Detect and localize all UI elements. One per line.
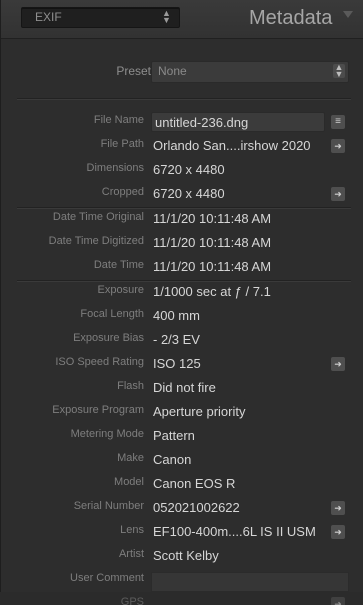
metadata-value: 1/1000 sec at ƒ / 7.1: [153, 284, 271, 299]
metadata-view-select[interactable]: EXIF ▲ ▼: [21, 7, 180, 28]
metadata-key: Date Time Original: [52, 211, 144, 223]
metadata-key: Flash: [117, 380, 144, 392]
preset-row: Preset None ▲ ▼: [17, 55, 351, 89]
metadata-row: Serial Number 052021002622 ➜: [17, 497, 351, 521]
metadata-key: Exposure Program: [52, 404, 144, 416]
metadata-value: Canon EOS R: [153, 476, 236, 491]
metadata-key: Model: [114, 476, 144, 488]
metadata-value: ISO 125: [153, 356, 201, 371]
metadata-key: Focal Length: [80, 308, 144, 320]
updown-icon: ▲ ▼: [162, 8, 171, 25]
metadata-key: Dimensions: [86, 162, 144, 174]
list-icon[interactable]: ≡: [331, 115, 345, 129]
metadata-key: Lens: [120, 524, 144, 536]
metadata-row: User Comment: [17, 569, 351, 593]
metadata-row: Date Time Digitized 11/1/20 10:11:48 AM: [17, 232, 351, 256]
metadata-row: Cropped 6720 x 4480 ➜: [17, 183, 351, 208]
go-arrow-icon[interactable]: ➜: [331, 597, 345, 605]
metadata-row: File Name untitled-236.dng ≡: [17, 111, 351, 135]
metadata-value: 6720 x 4480: [153, 186, 225, 201]
metadata-value: 6720 x 4480: [153, 162, 225, 177]
metadata-key: GPS: [120, 596, 144, 605]
metadata-row: File Path Orlando San....irshow 2020 ➜: [17, 135, 351, 159]
metadata-value: Scott Kelby: [153, 548, 219, 563]
metadata-row: GPS ➜: [17, 593, 351, 605]
metadata-row: Focal Length 400 mm: [17, 305, 351, 329]
metadata-row: Dimensions 6720 x 4480: [17, 159, 351, 183]
metadata-view-label: EXIF: [35, 10, 62, 24]
metadata-key: Date Time: [93, 259, 144, 271]
preset-value: None: [158, 64, 187, 78]
panel-title: Metadata: [249, 7, 333, 29]
metadata-key: Artist: [118, 548, 144, 560]
metadata-key: File Name: [93, 114, 144, 126]
metadata-value[interactable]: untitled-236.dng: [151, 112, 325, 132]
metadata-value: Did not fire: [153, 380, 216, 395]
metadata-key: User Comment: [70, 572, 144, 584]
collapse-triangle-icon[interactable]: [343, 11, 353, 18]
metadata-value: 400 mm: [153, 308, 200, 323]
go-arrow-icon[interactable]: ➜: [331, 525, 345, 539]
panel-header: EXIF ▲ ▼ Metadata: [1, 0, 363, 39]
metadata-value: 052021002622: [153, 500, 240, 515]
go-arrow-icon[interactable]: ➜: [331, 139, 345, 153]
metadata-row: Exposure 1/1000 sec at ƒ / 7.1: [17, 281, 351, 305]
metadata-row: Exposure Bias - 2/3 EV: [17, 329, 351, 353]
metadata-key: Serial Number: [73, 500, 144, 512]
go-arrow-icon[interactable]: ➜: [331, 501, 345, 515]
metadata-value: Aperture priority: [153, 404, 246, 419]
metadata-row: Artist Scott Kelby: [17, 545, 351, 569]
metadata-value: 11/1/20 10:11:48 AM: [153, 235, 272, 250]
metadata-value: Pattern: [153, 428, 195, 443]
metadata-value: Canon: [153, 452, 192, 467]
metadata-key: ISO Speed Rating: [55, 356, 144, 368]
metadata-row: Exposure Program Aperture priority: [17, 401, 351, 425]
metadata-key: Metering Mode: [70, 428, 144, 440]
metadata-row: Metering Mode Pattern: [17, 425, 351, 449]
metadata-key: Cropped: [101, 186, 144, 198]
metadata-panel: EXIF ▲ ▼ Metadata Preset None ▲ ▼ File Nam…: [0, 0, 363, 605]
go-arrow-icon[interactable]: ➜: [331, 357, 345, 371]
preset-label: Preset: [116, 64, 151, 78]
divider: [17, 98, 351, 100]
metadata-key: File Path: [100, 138, 144, 150]
metadata-row: Date Time 11/1/20 10:11:48 AM: [17, 256, 351, 281]
metadata-row: Model Canon EOS R: [17, 473, 351, 497]
metadata-value: 11/1/20 10:11:48 AM: [153, 259, 272, 274]
metadata-value: - 2/3 EV: [153, 332, 200, 347]
metadata-row: Flash Did not fire: [17, 377, 351, 401]
metadata-list: File Name untitled-236.dng ≡ File Path Orlan…: [17, 111, 351, 605]
preset-select[interactable]: None ▲ ▼: [151, 61, 349, 83]
metadata-key: Make: [117, 452, 144, 464]
updown-icon: ▲ ▼: [333, 62, 345, 79]
metadata-value: EF100-400m....6L IS II USM: [153, 524, 316, 539]
metadata-key: Date Time Digitized: [48, 235, 144, 247]
metadata-row: Date Time Original 11/1/20 10:11:48 AM: [17, 208, 351, 232]
go-arrow-icon[interactable]: ➜: [331, 187, 345, 201]
metadata-row: ISO Speed Rating ISO 125 ➜: [17, 353, 351, 377]
metadata-key: Exposure: [97, 284, 144, 296]
metadata-value: Orlando San....irshow 2020: [153, 138, 311, 153]
metadata-value: 11/1/20 10:11:48 AM: [153, 211, 272, 226]
metadata-row: Lens EF100-400m....6L IS II USM ➜: [17, 521, 351, 545]
metadata-row: Make Canon: [17, 449, 351, 473]
metadata-value[interactable]: [151, 572, 349, 592]
metadata-key: Exposure Bias: [73, 332, 144, 344]
